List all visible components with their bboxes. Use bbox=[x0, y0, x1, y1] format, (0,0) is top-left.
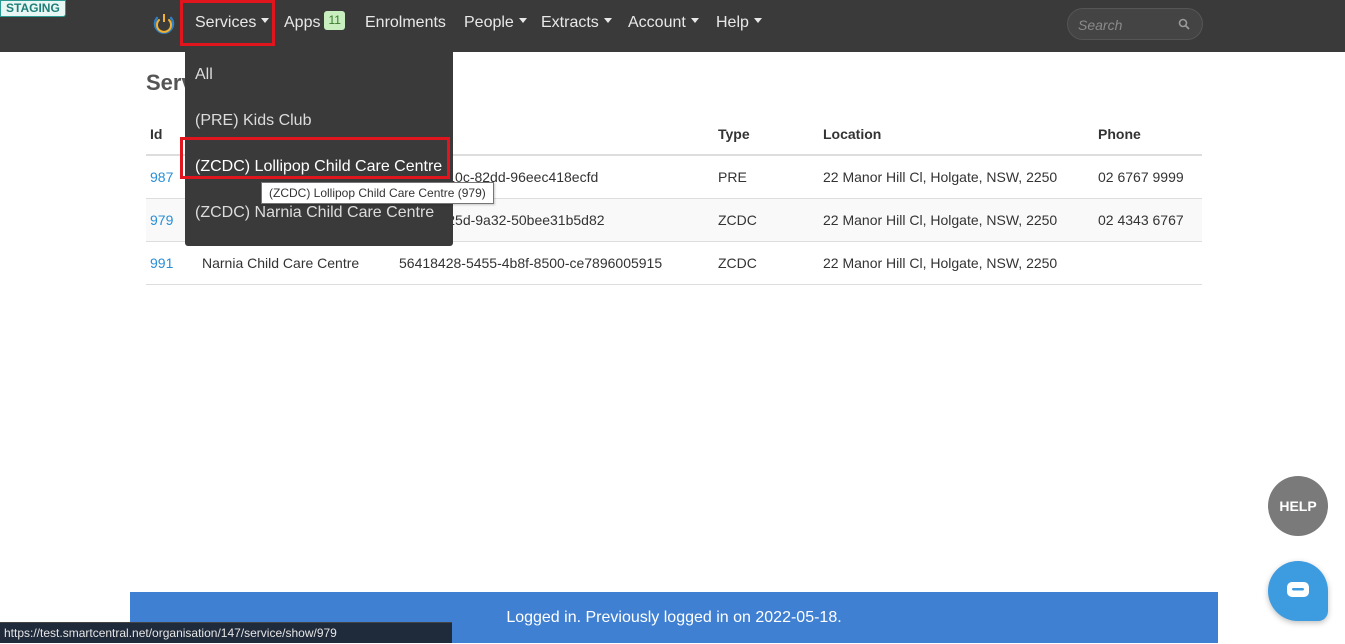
nav-people-label: People bbox=[464, 14, 514, 31]
chevron-down-icon bbox=[518, 18, 527, 24]
lollipop-highlight-box bbox=[180, 137, 450, 179]
cell-phone: 02 6767 9999 bbox=[1094, 155, 1202, 199]
chevron-down-icon bbox=[753, 18, 762, 24]
nav-help[interactable]: Help bbox=[716, 0, 762, 46]
chevron-down-icon bbox=[603, 18, 612, 24]
service-id-link[interactable]: 987 bbox=[150, 169, 173, 185]
column-header-type[interactable]: Type bbox=[714, 113, 819, 156]
services-highlight-box bbox=[180, 0, 275, 46]
cell-name: Narnia Child Care Centre bbox=[198, 241, 395, 285]
nav-extracts[interactable]: Extracts bbox=[541, 0, 612, 46]
menu-item-narnia[interactable]: (ZCDC) Narnia Child Care Centre bbox=[195, 204, 434, 222]
service-id-link[interactable]: 991 bbox=[150, 255, 173, 271]
service-id-link[interactable]: 979 bbox=[150, 212, 173, 228]
search-box bbox=[1067, 8, 1203, 40]
cell-id: 991 bbox=[146, 241, 198, 285]
tooltip: (ZCDC) Lollipop Child Care Centre (979) bbox=[261, 182, 494, 204]
search-icon[interactable] bbox=[1178, 18, 1190, 30]
column-header-location[interactable]: Location bbox=[819, 113, 1094, 156]
environment-badge: STAGING bbox=[0, 0, 66, 17]
cell-location: 22 Manor Hill Cl, Holgate, NSW, 2250 bbox=[819, 198, 1094, 242]
menu-item-kids-club[interactable]: (PRE) Kids Club bbox=[195, 112, 311, 130]
apps-count-badge: 11 bbox=[324, 11, 345, 31]
chat-icon bbox=[1287, 582, 1309, 597]
table-row: 991 Narnia Child Care Centre 56418428-54… bbox=[146, 241, 1202, 285]
nav-account[interactable]: Account bbox=[628, 0, 699, 46]
menu-item-all[interactable]: All bbox=[195, 66, 213, 84]
column-header-phone[interactable]: Phone bbox=[1094, 113, 1202, 156]
cell-phone: 02 4343 6767 bbox=[1094, 198, 1202, 242]
nav-enrolments[interactable]: Enrolments bbox=[365, 0, 446, 46]
nav-extracts-label: Extracts bbox=[541, 14, 599, 31]
cell-type: PRE bbox=[714, 155, 819, 199]
cell-location: 22 Manor Hill Cl, Holgate, NSW, 2250 bbox=[819, 155, 1094, 199]
nav-apps[interactable]: Apps 11 bbox=[284, 0, 345, 46]
nav-enrolments-label: Enrolments bbox=[365, 14, 446, 31]
nav-apps-label: Apps bbox=[284, 14, 321, 31]
cell-location: 22 Manor Hill Cl, Holgate, NSW, 2250 bbox=[819, 241, 1094, 285]
nav-people[interactable]: People bbox=[464, 0, 527, 46]
browser-status-url: https://test.smartcentral.net/organisati… bbox=[0, 622, 452, 643]
help-button[interactable]: HELP bbox=[1268, 476, 1328, 536]
app-logo-icon[interactable] bbox=[152, 11, 176, 35]
cell-type: ZCDC bbox=[714, 241, 819, 285]
chat-button[interactable] bbox=[1268, 561, 1328, 621]
nav-account-label: Account bbox=[628, 14, 686, 31]
cell-type: ZCDC bbox=[714, 198, 819, 242]
nav-help-label: Help bbox=[716, 14, 749, 31]
chevron-down-icon bbox=[690, 18, 699, 24]
search-input[interactable] bbox=[1078, 15, 1173, 35]
cell-phone bbox=[1094, 241, 1202, 285]
cell-uid: 56418428-5455-4b8f-8500-ce7896005915 bbox=[395, 241, 714, 285]
